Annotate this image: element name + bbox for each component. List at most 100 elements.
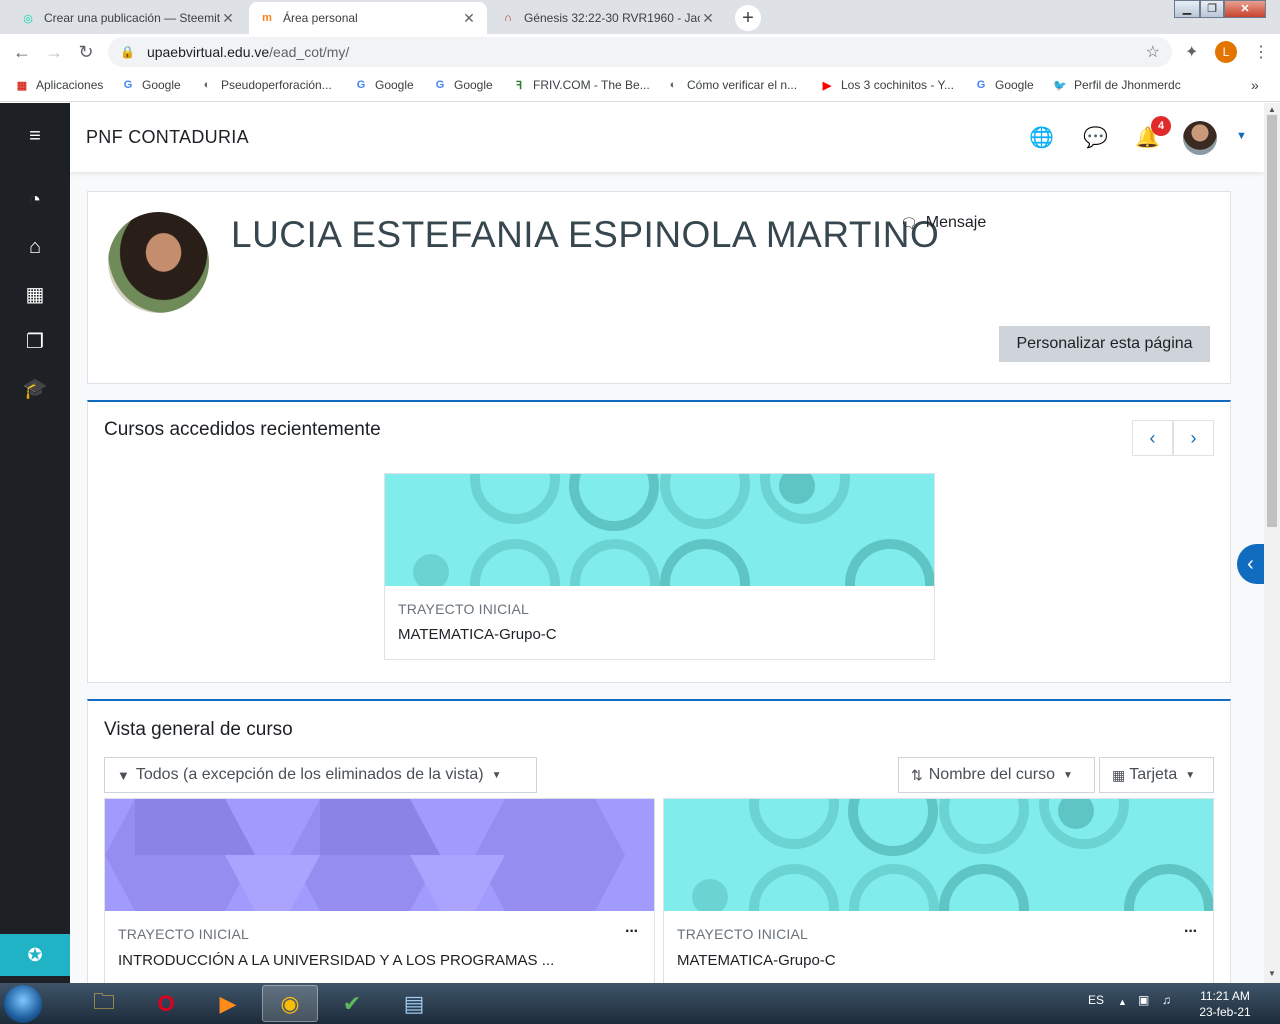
course-category: TRAYECTO INICIAL [398, 601, 530, 617]
moodle-navbar: PNF CONTADURIA 🌐 💬 🔔 4 ▼ [70, 103, 1264, 172]
caret-down-icon: ▼ [1063, 769, 1073, 781]
tab-area-personal[interactable]: m Área personal ✕ [249, 2, 487, 34]
close-tab-icon[interactable]: ✕ [700, 10, 716, 27]
course-pattern [105, 799, 625, 911]
windows-taskbar: 🗀 O ▶ ◉ ✔ ▤ ES ▲ ▣ ♫ 11:21 AM 23-feb-21 [0, 983, 1280, 1024]
bookmark-youtube[interactable]: ▶ Los 3 cochinitos - Y... [819, 77, 954, 93]
youtube-icon: ▶ [822, 79, 832, 92]
view-dropdown[interactable]: ▦ Tarjeta ▼ [1099, 757, 1214, 793]
volume-icon[interactable]: ♫ [1162, 993, 1171, 1007]
globe-icon: ◐ [669, 79, 677, 91]
messages-icon[interactable]: 💬 [1083, 125, 1108, 150]
profile-avatar[interactable]: L [1215, 41, 1237, 63]
minimize-button[interactable]: ▁ [1174, 0, 1200, 18]
dashboard-icon[interactable]: ◔ [22, 187, 48, 213]
chevron-right-icon[interactable]: › [1173, 420, 1214, 456]
bookmark-verificar[interactable]: ◐ Cómo verificar el n... [665, 77, 797, 93]
course-image[interactable] [664, 799, 1213, 911]
address-bar[interactable]: 🔒 upaebvirtual.edu.ve/ead_cot/my/ ☆ [108, 37, 1172, 67]
google-icon: G [435, 79, 445, 91]
bookmark-apps[interactable]: ▦ Aplicaciones [14, 77, 104, 93]
course-name[interactable]: INTRODUCCIÓN A LA UNIVERSIDAD Y A LOS PR… [118, 952, 554, 969]
calendar-icon[interactable]: ▦ [22, 281, 48, 307]
globe-icon: ◐ [203, 79, 211, 91]
user-header-card: LUCIA ESTEFANIA ESPINOLA MARTINO 🗨 Mensa… [87, 191, 1231, 384]
bookmark-pseudo[interactable]: ◐ Pseudoperforación... [199, 77, 332, 93]
menu-kebab-icon[interactable]: ⋮ [1253, 42, 1269, 62]
course-card[interactable]: TRAYECTO INICIAL INTRODUCCIÓN A LA UNIVE… [104, 798, 655, 983]
system-clock[interactable]: 11:21 AM 23-feb-21 [1190, 988, 1260, 1020]
message-link[interactable]: 🗨 Mensaje [900, 214, 986, 232]
network-icon[interactable]: ▣ [1138, 993, 1149, 1007]
more-options-icon[interactable]: ··· [1184, 923, 1198, 941]
accessibility-icon[interactable]: ✪ [0, 934, 70, 976]
user-profile-photo[interactable] [108, 212, 209, 313]
hamburger-menu-icon[interactable]: ≡ [22, 123, 48, 149]
back-icon[interactable]: ← [6, 36, 38, 68]
bookmark-friv[interactable]: ꟻ FRIV.COM - The Be... [511, 77, 650, 93]
customize-page-button[interactable]: Personalizar esta página [999, 326, 1210, 362]
course-card[interactable]: TRAYECTO INICIAL MATEMATICA-Grupo-C ··· [663, 798, 1214, 983]
explorer-icon[interactable]: 🗀 [76, 985, 132, 1022]
bookmarks-overflow-icon[interactable]: » [1251, 77, 1259, 93]
browser-tab-strip: ◎ Crear una publicación — Steemit ✕ m Ár… [0, 0, 1280, 34]
course-pattern [692, 799, 1213, 911]
browser-toolbar: ← → ↻ 🔒 upaebvirtual.edu.ve/ead_cot/my/ … [0, 34, 1280, 70]
sort-dropdown[interactable]: ⇅ Nombre del curso ▼ [898, 757, 1095, 793]
course-card[interactable]: TRAYECTO INICIAL MATEMATICA-Grupo-C [384, 473, 935, 660]
graduation-cap-icon[interactable]: 🎓 [22, 375, 48, 401]
close-tab-icon[interactable]: ✕ [220, 10, 236, 27]
bookmarks-bar: ▦ Aplicaciones G Google ◐ Pseudoperforación… [0, 70, 1280, 102]
scrollbar-thumb[interactable] [1267, 115, 1277, 527]
maximize-button[interactable]: ❐ [1200, 0, 1224, 18]
course-image[interactable] [105, 799, 654, 911]
more-options-icon[interactable]: ··· [625, 923, 639, 941]
grid-icon: ▦ [1112, 766, 1126, 783]
bookmark-google[interactable]: G Google [432, 77, 493, 93]
course-category: TRAYECTO INICIAL [677, 926, 809, 942]
scroll-down-icon[interactable]: ▼ [1268, 969, 1276, 978]
language-globe-icon[interactable]: 🌐 [1029, 125, 1054, 150]
bookmark-star-icon[interactable]: ☆ [1146, 42, 1160, 62]
block-drawer-toggle-icon[interactable]: ‹ [1237, 544, 1264, 584]
tab-genesis[interactable]: ∩ Génesis 32:22-30 RVR1960 - Jaco ✕ [490, 2, 726, 34]
course-category: TRAYECTO INICIAL [118, 926, 250, 942]
chrome-icon[interactable]: ◉ [262, 985, 318, 1022]
tray-expand-icon[interactable]: ▲ [1118, 997, 1127, 1007]
bookmark-google[interactable]: G Google [973, 77, 1034, 93]
scroll-up-icon[interactable]: ▲ [1268, 105, 1276, 114]
bookmark-google[interactable]: G Google [353, 77, 414, 93]
media-player-icon[interactable]: ▶ [200, 985, 256, 1022]
course-pattern [413, 474, 934, 586]
close-tab-icon[interactable]: ✕ [461, 10, 477, 27]
site-name[interactable]: PNF CONTADURIA [86, 127, 249, 148]
bookmark-twitter[interactable]: 🐦 Perfil de Jhonmerdc [1052, 77, 1181, 93]
moodle-page: ≡ ◔ ⌂ ▦ ❐ 🎓 ✪ PNF CONTADURIA 🌐 💬 🔔 4 ▼ L… [0, 103, 1280, 983]
user-menu-avatar[interactable] [1183, 121, 1217, 155]
opera-icon[interactable]: O [138, 985, 194, 1022]
biblegateway-icon: ∩ [504, 12, 512, 24]
language-indicator[interactable]: ES [1088, 993, 1104, 1007]
filter-dropdown[interactable]: ▼ Todos (a excepción de los eliminados d… [104, 757, 537, 793]
course-name[interactable]: MATEMATICA-Grupo-C [677, 952, 836, 969]
course-name[interactable]: MATEMATICA-Grupo-C [398, 626, 557, 643]
bookmark-google[interactable]: G Google [120, 77, 181, 93]
notepad-icon[interactable]: ▤ [386, 985, 442, 1022]
home-icon[interactable]: ⌂ [22, 234, 48, 260]
google-icon: G [123, 79, 133, 91]
chevron-left-icon[interactable]: ‹ [1132, 420, 1173, 456]
app-green-icon[interactable]: ✔ [324, 985, 380, 1022]
course-image[interactable] [385, 474, 934, 586]
chevron-down-icon[interactable]: ▼ [1236, 130, 1247, 142]
files-icon[interactable]: ❐ [22, 328, 48, 354]
close-window-button[interactable]: ✕ [1224, 0, 1266, 18]
forward-icon[interactable]: → [38, 36, 70, 68]
page-scrollbar[interactable]: ▲ ▼ [1264, 103, 1280, 983]
speech-bubble-icon: 🗨 [900, 214, 918, 231]
start-button[interactable] [4, 985, 42, 1023]
extensions-icon[interactable]: ✦ [1185, 42, 1198, 62]
block-title: Vista general de curso [104, 719, 293, 740]
tab-steemit[interactable]: ◎ Crear una publicación — Steemit ✕ [10, 2, 246, 34]
new-tab-button[interactable]: + [735, 5, 761, 31]
reload-icon[interactable]: ↻ [70, 36, 102, 68]
